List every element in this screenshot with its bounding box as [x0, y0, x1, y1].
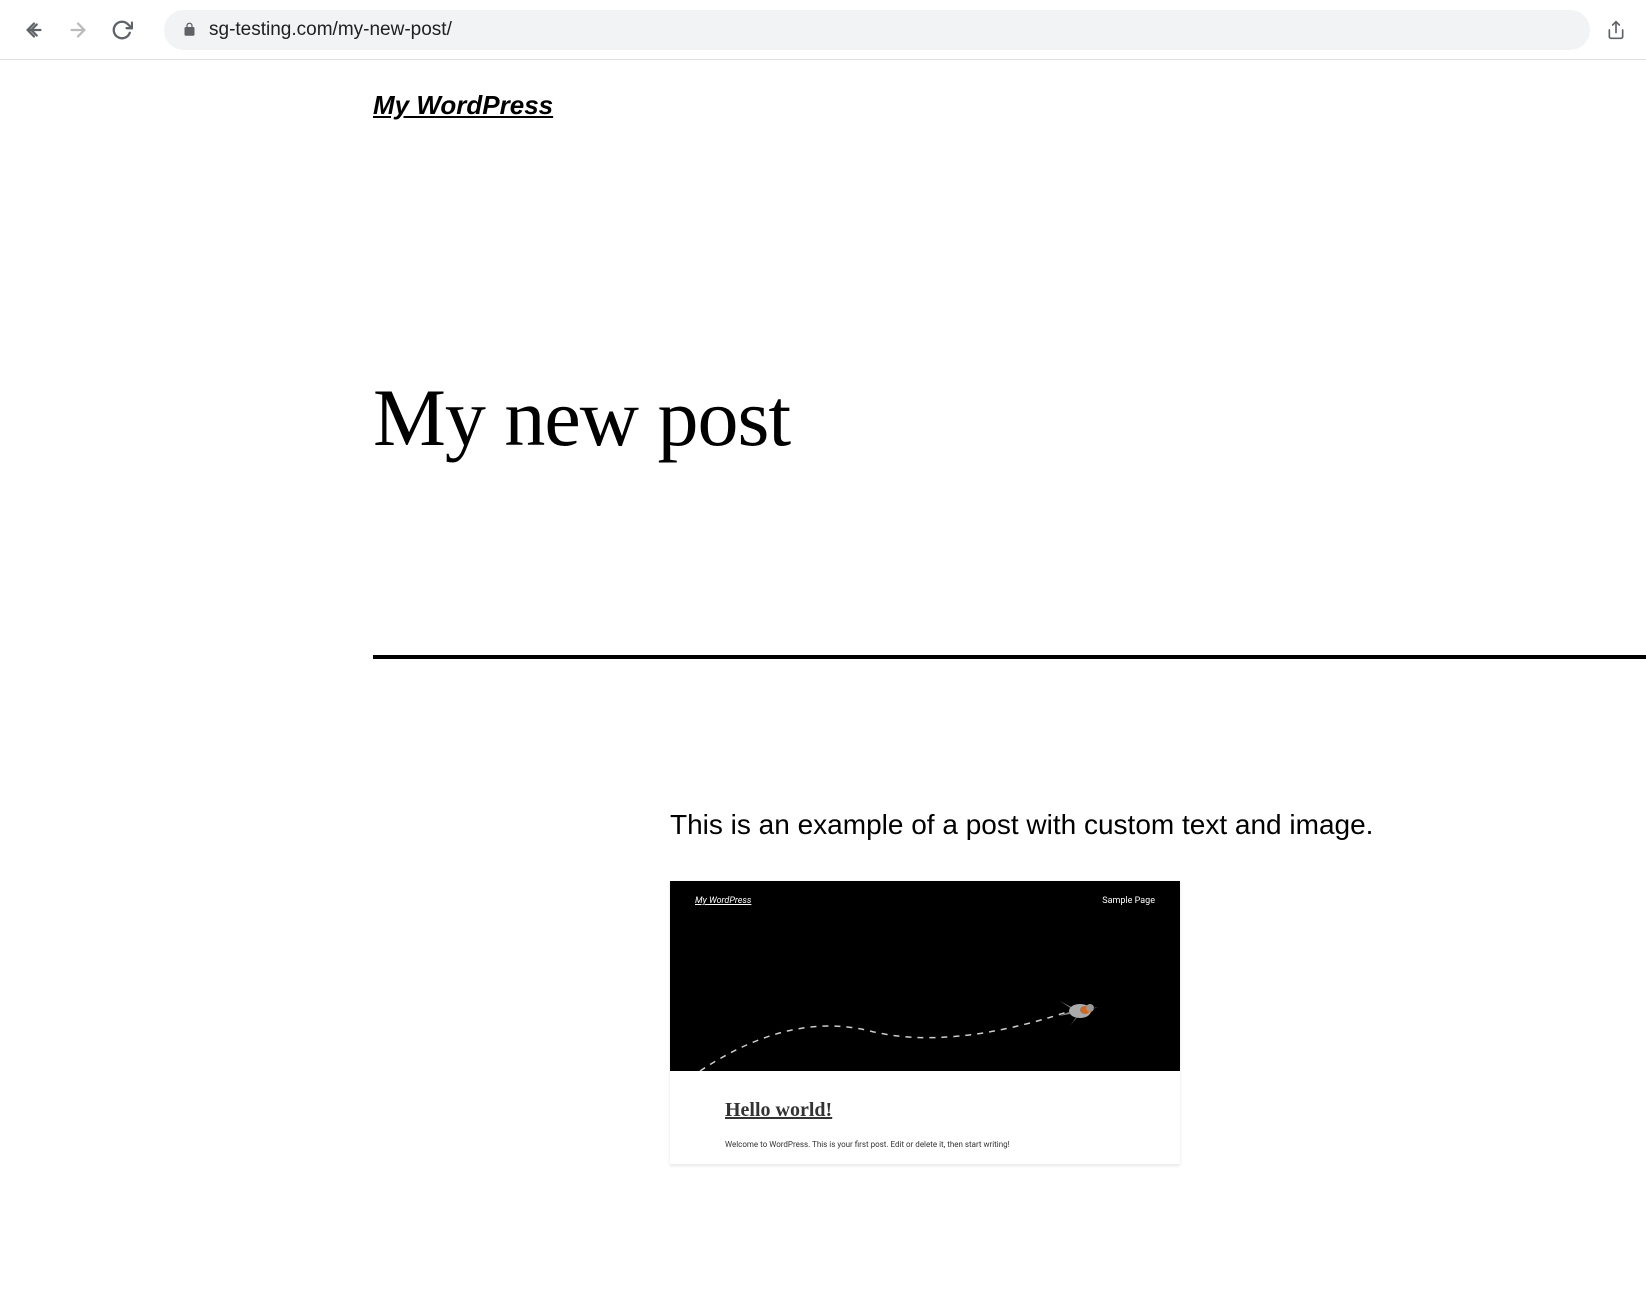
lock-icon — [182, 22, 197, 37]
address-bar[interactable]: sg-testing.com/my-new-post/ — [164, 10, 1590, 50]
post-title-section: My new post — [0, 121, 1646, 465]
embedded-content: Hello world! Welcome to WordPress. This … — [670, 1071, 1180, 1165]
post-title: My new post — [373, 371, 1646, 465]
site-title-link[interactable]: My WordPress — [373, 90, 553, 121]
post-body-text: This is an example of a post with custom… — [670, 809, 1646, 841]
url-text: sg-testing.com/my-new-post/ — [209, 19, 452, 41]
post-body: This is an example of a post with custom… — [0, 659, 1646, 1165]
site-header: My WordPress — [0, 60, 1646, 121]
embedded-hero: My WordPress Sample Page — [670, 881, 1180, 1071]
embedded-excerpt: Welcome to WordPress. This is your first… — [725, 1140, 1125, 1149]
embedded-nav-item: Sample Page — [1102, 896, 1155, 906]
forward-button[interactable] — [64, 16, 92, 44]
embedded-header: My WordPress Sample Page — [670, 881, 1180, 921]
embedded-post-title: Hello world! — [725, 1099, 1125, 1122]
share-button[interactable] — [1606, 19, 1626, 41]
back-button[interactable] — [20, 16, 48, 44]
browser-toolbar: sg-testing.com/my-new-post/ — [0, 0, 1646, 60]
page-content: My WordPress My new post This is an exam… — [0, 60, 1646, 1165]
embedded-site-title: My WordPress — [695, 896, 751, 906]
bird-path-icon — [670, 971, 1180, 1071]
reload-button[interactable] — [108, 16, 136, 44]
post-image: My WordPress Sample Page — [670, 881, 1180, 1165]
